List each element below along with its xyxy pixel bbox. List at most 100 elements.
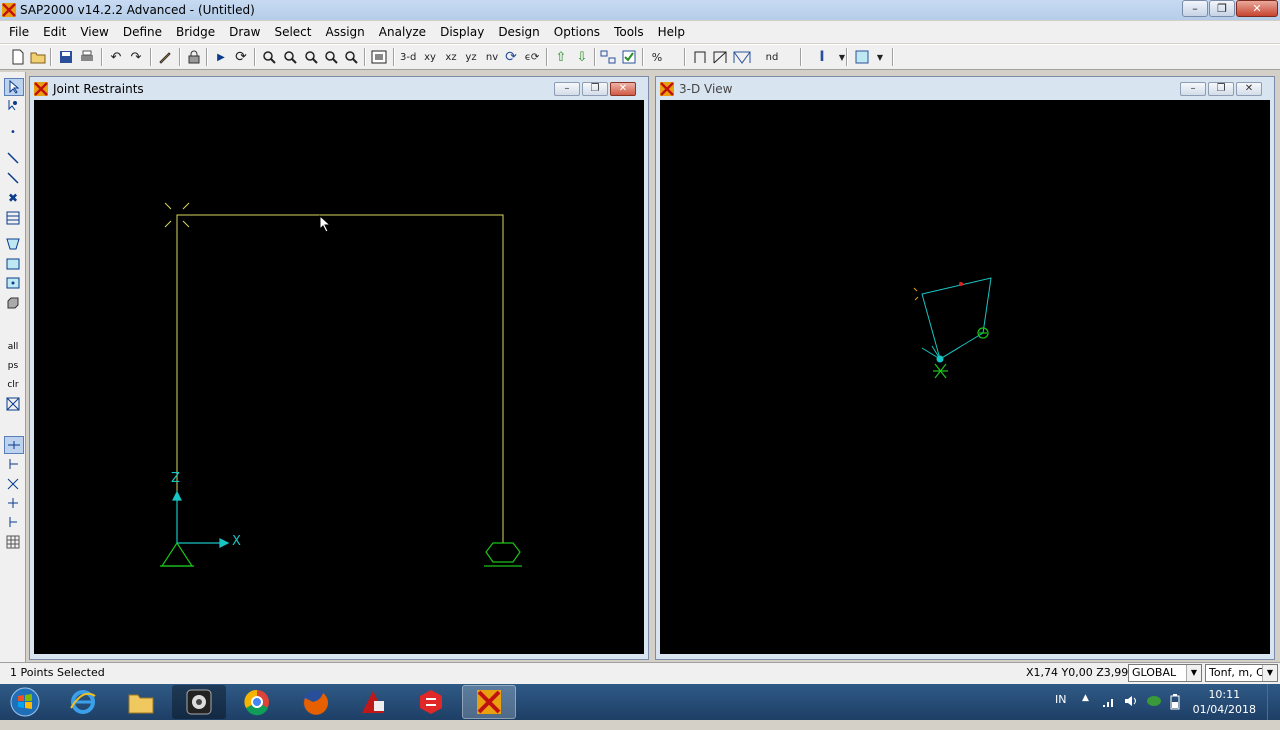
draw-frame-line-icon[interactable] [4, 150, 22, 166]
right-window-close-button[interactable]: ✕ [1236, 82, 1262, 96]
zoom-extents-icon[interactable] [323, 48, 339, 66]
rotate-3d-icon[interactable]: ⟳ [503, 48, 519, 66]
redo-icon[interactable]: ↷ [128, 48, 144, 66]
close-button[interactable]: ✕ [1236, 0, 1278, 17]
area-dropdown-icon[interactable]: ▼ [872, 48, 888, 66]
run-analysis-icon[interactable]: ▶ [213, 48, 229, 66]
lock-icon[interactable] [186, 48, 202, 66]
right-window-restore-button[interactable]: ❐ [1208, 82, 1234, 96]
network-icon[interactable] [1146, 694, 1162, 730]
draw-frame-icon[interactable] [692, 48, 708, 66]
left-window-restore-button[interactable]: ❐ [582, 82, 608, 96]
menu-tools[interactable]: Tools [607, 25, 651, 39]
reshape-icon[interactable] [4, 98, 22, 114]
view-3d-button[interactable]: 3-d [400, 48, 416, 66]
right-window-minimize-button[interactable]: – [1180, 82, 1206, 96]
menu-define[interactable]: Define [116, 25, 169, 39]
view-yz-button[interactable]: yz [463, 48, 479, 66]
snap-intersections-icon[interactable] [4, 476, 22, 492]
units-select[interactable]: Tonf, m, C ▼ [1205, 664, 1278, 682]
menu-design[interactable]: Design [491, 25, 546, 39]
draw-rect-area-icon[interactable] [4, 256, 22, 272]
show-checkbox-icon[interactable] [621, 48, 637, 66]
firefox-icon[interactable] [288, 685, 342, 719]
draw-poly-area-icon[interactable] [4, 236, 22, 252]
move-down-icon[interactable]: ⇩ [574, 48, 590, 66]
select-intersect-icon[interactable] [4, 396, 22, 412]
internet-explorer-icon[interactable] [56, 685, 110, 719]
draw-solid-icon[interactable] [4, 295, 22, 311]
draw-joint-icon[interactable]: • [4, 124, 22, 140]
media-player-icon[interactable] [172, 685, 226, 719]
left-window-minimize-button[interactable]: – [554, 82, 580, 96]
start-button[interactable] [0, 685, 50, 719]
frame-members[interactable] [176, 214, 504, 543]
snap-lines-icon[interactable] [4, 514, 22, 530]
zoom-out-icon[interactable] [303, 48, 319, 66]
file-explorer-icon[interactable] [114, 685, 168, 719]
minimize-button[interactable]: – [1182, 0, 1208, 17]
view-nv-button[interactable]: nv [484, 48, 500, 66]
battery-icon[interactable] [1170, 694, 1180, 730]
menu-view[interactable]: View [73, 25, 115, 39]
area-section-icon[interactable] [854, 48, 870, 66]
menu-assign[interactable]: Assign [319, 25, 372, 39]
section-i-icon[interactable]: I [814, 48, 830, 66]
system-clock[interactable]: 10:11 01/04/2018 [1193, 687, 1256, 717]
previous-select-button[interactable]: ps [4, 358, 22, 374]
menu-display[interactable]: Display [433, 25, 491, 39]
menu-analyze[interactable]: Analyze [372, 25, 433, 39]
quick-draw-area-icon[interactable] [4, 275, 22, 291]
snap-points-icon[interactable] [4, 436, 24, 454]
zoom-in-icon[interactable] [282, 48, 298, 66]
pencil-icon[interactable] [157, 48, 173, 66]
nd-button[interactable]: nd [764, 48, 780, 66]
pointer-icon[interactable] [4, 78, 24, 96]
chrome-icon[interactable] [230, 685, 284, 719]
coordinate-system-select[interactable]: GLOBAL ▼ [1128, 664, 1202, 682]
signal-icon[interactable] [1102, 694, 1116, 730]
left-window-close-button[interactable]: ✕ [610, 82, 636, 96]
view-xz-button[interactable]: xz [443, 48, 459, 66]
select-all-button[interactable]: all [4, 339, 22, 355]
joint-restraints-canvas[interactable]: Z X [34, 100, 644, 654]
quick-draw-frame-icon[interactable] [4, 170, 22, 186]
rotate-view-icon[interactable]: ⟳ [233, 48, 249, 66]
view-xy-button[interactable]: xy [422, 48, 438, 66]
set-display-icon[interactable] [600, 48, 616, 66]
sap2000-taskbar-icon[interactable] [462, 685, 516, 719]
sketchup-icon[interactable] [404, 685, 458, 719]
move-up-icon[interactable]: ⇧ [553, 48, 569, 66]
print-icon[interactable] [79, 48, 95, 66]
draw-x-brace-icon[interactable]: ✖ [4, 190, 22, 206]
snap-perpendicular-icon[interactable] [4, 495, 22, 511]
draw-brace-icon[interactable] [712, 48, 728, 66]
snap-grid-icon[interactable] [4, 534, 22, 550]
perspective-icon[interactable]: ϵ⟳ [524, 48, 540, 66]
undo-icon[interactable]: ↶ [108, 48, 124, 66]
save-icon[interactable] [58, 48, 74, 66]
percent-icon[interactable]: % [649, 48, 665, 66]
pan-icon[interactable] [371, 48, 387, 66]
menu-select[interactable]: Select [267, 25, 318, 39]
show-desktop-button[interactable] [1267, 684, 1280, 720]
menu-help[interactable]: Help [651, 25, 692, 39]
language-indicator[interactable]: IN [1055, 693, 1066, 729]
clear-selection-button[interactable]: clr [4, 377, 22, 393]
menu-file[interactable]: File [0, 25, 36, 39]
draw-grid-icon[interactable] [4, 210, 22, 226]
zoom-previous-icon[interactable] [343, 48, 359, 66]
menu-bridge[interactable]: Bridge [169, 25, 222, 39]
menu-options[interactable]: Options [547, 25, 607, 39]
zoom-window-icon[interactable] [261, 48, 277, 66]
snap-ends-icon[interactable] [4, 456, 22, 472]
autocad-icon[interactable] [346, 685, 400, 719]
new-file-icon[interactable] [10, 48, 26, 66]
draw-truss-icon[interactable] [733, 48, 751, 66]
open-folder-icon[interactable] [30, 48, 46, 66]
restore-button[interactable]: ❐ [1209, 0, 1235, 17]
3d-view-canvas[interactable] [660, 100, 1270, 654]
menu-edit[interactable]: Edit [36, 25, 73, 39]
menu-draw[interactable]: Draw [222, 25, 267, 39]
tray-expand-icon[interactable]: ▲ [1082, 693, 1089, 729]
